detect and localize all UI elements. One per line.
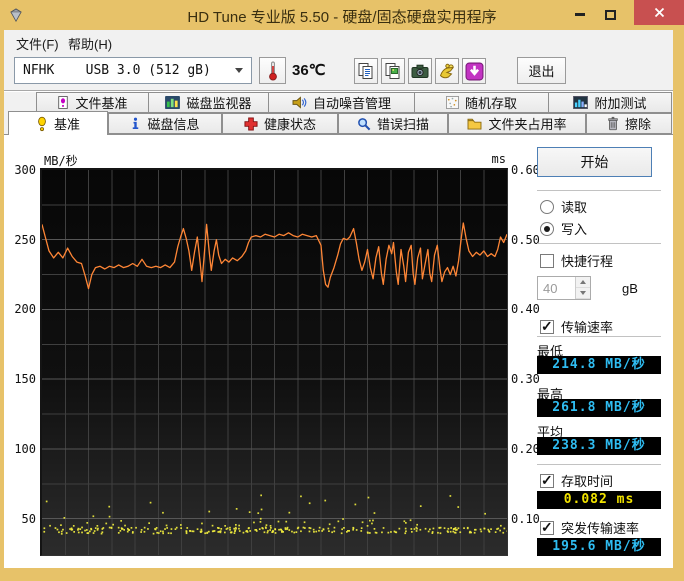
temperature-value: 36℃ [292,62,326,79]
read-radio[interactable] [540,199,554,214]
left-axis-unit: MB/秒 [44,154,78,168]
capacity-spinner[interactable]: 40 [537,276,591,300]
short-stroke-checkbox[interactable] [540,253,554,268]
min-value-display: 214.8 MB/秒 [537,356,661,374]
access-time-row[interactable]: 存取时间 [540,471,613,490]
short-stroke-label: 快捷行程 [561,254,614,269]
short-stroke-row[interactable]: 快捷行程 [540,251,613,270]
arrow-down-icon [580,291,586,295]
menu-help[interactable]: 帮助(H) [62,33,118,52]
read-radio-label: 读取 [561,200,588,215]
capacity-unit-label: gB [622,281,638,296]
download-arrow-icon [465,62,483,80]
drive-select-value: NFHK USB 3.0 (512 gB) [23,63,211,78]
tab-health[interactable]: 健康状态 [222,113,338,134]
tab-extra-tests[interactable]: 附加测试 [548,92,672,113]
start-button[interactable]: 开始 [537,147,652,177]
camera-icon [411,64,429,78]
minimize-button[interactable] [566,5,594,24]
write-radio[interactable] [540,221,554,236]
transfer-rate-label: 传输速率 [561,320,614,335]
burst-rate-checkbox[interactable] [540,519,554,536]
options-hand-button[interactable] [435,58,459,84]
transfer-rate-checkbox[interactable] [540,318,554,335]
file-benchmark-icon [57,95,69,110]
chevron-down-icon [235,68,243,73]
minimize-icon [575,13,585,16]
download-button[interactable] [462,58,486,84]
copy-text-icon [358,63,373,79]
write-radio-label: 写入 [561,222,588,237]
write-radio-row[interactable]: 写入 [540,219,587,238]
copy-image-button[interactable] [381,58,405,84]
benchmark-icon [36,116,48,132]
benchmark-chart [40,168,508,556]
read-radio-row[interactable]: 读取 [540,197,587,216]
copy-text-button[interactable] [354,58,378,84]
max-value-display: 261.8 MB/秒 [537,399,661,417]
spinner-down-button[interactable] [576,288,590,299]
tab-disk-monitor[interactable]: 磁盘监视器 [148,92,269,113]
tab-disk-info[interactable]: 磁盘信息 [108,113,222,134]
disk-info-icon [130,116,141,131]
avg-value-display: 238.3 MB/秒 [537,437,661,455]
tab-random-access[interactable]: 随机存取 [414,92,549,113]
hd-tune-window: HD Tune 专业版 5.50 - 硬盘/固态硬盘实用程序 文件(F) 帮助(… [0,0,684,581]
arrow-up-icon [580,280,586,284]
access-time-display: 0.082 ms [537,491,661,509]
random-access-icon [445,96,459,109]
folder-icon [467,117,482,130]
speaker-icon [292,96,307,109]
burst-rate-display: 195.6 MB/秒 [537,538,661,556]
titlebar: HD Tune 专业版 5.50 - 硬盘/固态硬盘实用程序 [0,0,684,30]
spinner-up-button[interactable] [576,277,590,288]
thermometer-icon [268,61,277,81]
tab-file-benchmark[interactable]: 文件基准 [36,92,149,113]
menu-file[interactable]: 文件(F) [10,33,65,52]
tab-erase[interactable]: 擦除 [586,113,672,134]
temperature-button[interactable] [259,57,286,84]
access-time-label: 存取时间 [561,474,614,489]
close-icon [654,7,664,18]
tab-folder-usage[interactable]: 文件夹占用率 [448,113,586,134]
maximize-icon [604,9,616,20]
tab-error-scan[interactable]: 错误扫描 [338,113,448,134]
disk-monitor-icon [165,96,181,109]
trash-icon [607,116,619,131]
extra-tests-icon [573,96,589,109]
magnifier-icon [357,117,371,131]
tab-benchmark[interactable]: 基准 [8,111,108,135]
hand-coins-icon [439,63,455,79]
transfer-rate-row[interactable]: 传输速率 [540,317,613,336]
burst-rate-label: 突发传输速率 [561,521,640,536]
copy-image-icon [385,63,400,79]
capacity-value: 40 [543,281,558,296]
right-axis-unit: ms [491,152,506,166]
health-cross-icon [244,116,258,131]
burst-rate-row[interactable]: 突发传输速率 [540,518,639,537]
exit-button[interactable]: 退出 [517,57,566,84]
access-time-checkbox[interactable] [540,472,554,489]
maximize-button[interactable] [596,5,624,24]
save-screenshot-button[interactable] [408,58,432,84]
tab-auto-acoustic[interactable]: 自动噪音管理 [268,92,415,113]
drive-select[interactable]: NFHK USB 3.0 (512 gB) [14,57,252,84]
close-button[interactable] [634,0,684,25]
